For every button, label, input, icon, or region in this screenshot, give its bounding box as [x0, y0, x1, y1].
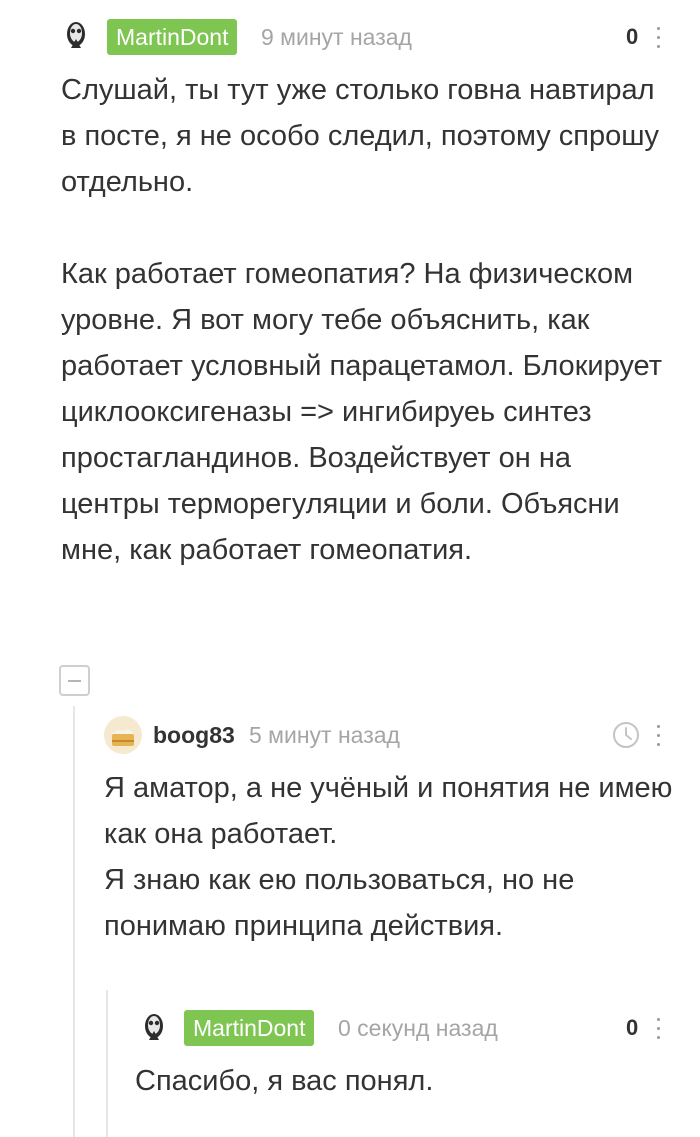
- author-badge[interactable]: MartinDont: [107, 19, 238, 55]
- comment-text: Я аматор, а не учёный и понятия не имею …: [104, 772, 673, 942]
- more-vertical-icon[interactable]: [656, 27, 662, 49]
- comment-time[interactable]: 5 минут назад: [249, 717, 400, 753]
- more-vertical-icon[interactable]: [656, 725, 662, 747]
- cake-avatar[interactable]: [104, 716, 142, 754]
- comment-rating: 0: [626, 24, 639, 49]
- comment-text: Слушай, ты тут уже столько говна навтира…: [61, 74, 662, 566]
- comment-text: Спасибо, я вас понял.: [135, 1065, 434, 1097]
- author-badge[interactable]: MartinDont: [184, 1010, 315, 1046]
- comment-rating: 0: [626, 1015, 639, 1040]
- author-name[interactable]: boog83: [153, 717, 235, 753]
- comment-time[interactable]: 0 секунд назад: [338, 1010, 498, 1046]
- skull-avatar[interactable]: [135, 1009, 173, 1047]
- more-vertical-icon[interactable]: [656, 1018, 662, 1040]
- clock-icon: [613, 722, 639, 748]
- thread-line[interactable]: [73, 706, 75, 1137]
- minus-square-icon[interactable]: [59, 665, 90, 696]
- skull-avatar[interactable]: [57, 17, 95, 55]
- comment-time[interactable]: 9 минут назад: [261, 19, 412, 55]
- thread-line[interactable]: [106, 990, 108, 1137]
